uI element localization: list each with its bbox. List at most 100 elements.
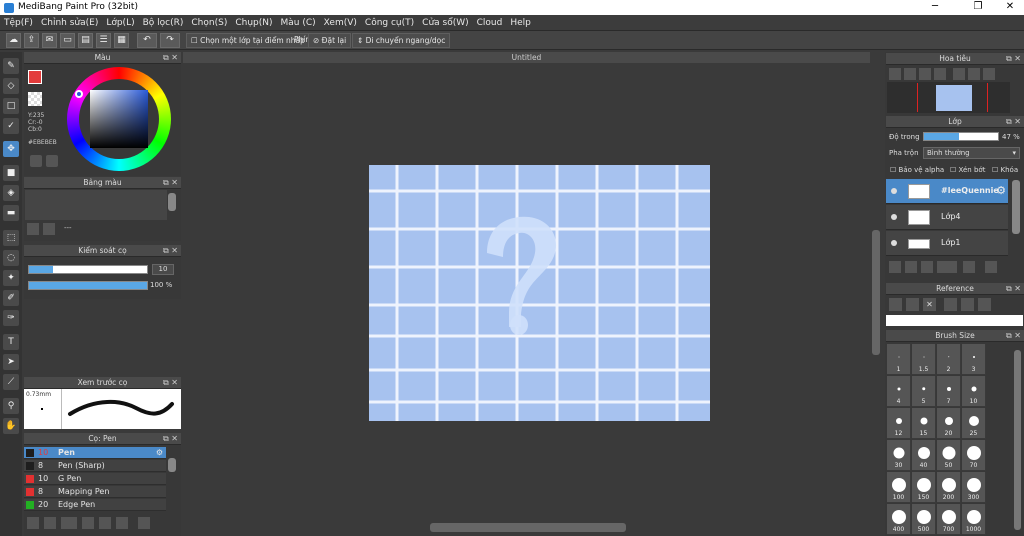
fill-rect-tool-icon[interactable]: ■ (3, 165, 19, 181)
panel-controls-icon[interactable]: ⧉ ✕ (163, 245, 178, 257)
maximize-button[interactable]: ❐ (968, 1, 988, 13)
brush-size-300[interactable]: 300 (962, 472, 986, 503)
close-icon[interactable]: ✕ (923, 298, 936, 311)
move-tool-icon[interactable]: ✥ (3, 141, 19, 157)
brush-size-700[interactable]: 700 (937, 504, 961, 535)
brush-size-40[interactable]: 40 (912, 440, 936, 471)
brush-size-1[interactable]: 1 (887, 344, 911, 375)
flip-icon[interactable] (968, 68, 980, 80)
brush-size-30[interactable]: 30 (887, 440, 911, 471)
blend-mode-select[interactable]: Bình thường ▾ (923, 147, 1020, 159)
gradient-tool-icon[interactable]: ▬ (3, 205, 19, 221)
trash-icon[interactable] (138, 517, 150, 529)
brush-size-3[interactable]: 3 (962, 344, 986, 375)
brush-size-slider[interactable] (28, 265, 148, 274)
cloud-reference-icon[interactable] (889, 298, 902, 311)
visibility-icon[interactable] (891, 188, 897, 194)
folder-icon[interactable] (99, 517, 111, 529)
menu-layer[interactable]: Lớp(L) (102, 15, 138, 31)
select-eraser-icon[interactable]: ✑ (3, 310, 19, 326)
eraser-tool-icon[interactable]: ◇ (3, 78, 19, 94)
zoom-in-icon[interactable] (944, 298, 957, 311)
open-folder-icon[interactable] (906, 298, 919, 311)
grid-icon[interactable]: ▦ (114, 33, 129, 48)
brush-size-50[interactable]: 50 (937, 440, 961, 471)
canvas-tab[interactable]: Untitled (183, 52, 870, 63)
redo-icon[interactable]: ↷ (160, 33, 180, 48)
menu-select[interactable]: Chọn(S) (187, 15, 231, 31)
layer-opacity-slider[interactable] (923, 132, 999, 141)
menu-tools[interactable]: Công cụ(T) (361, 15, 418, 31)
canvas-horizontal-scrollbar[interactable] (430, 523, 626, 532)
background-color[interactable] (28, 92, 42, 106)
brush-size-5[interactable]: 5 (912, 376, 936, 407)
rotate-left-icon[interactable] (953, 68, 965, 80)
copy-layer-icon[interactable] (905, 261, 917, 273)
merge-layer-icon[interactable] (921, 261, 933, 273)
select-pen-icon[interactable]: ✐ (3, 290, 19, 306)
brush-size-scrollbar[interactable] (1014, 350, 1021, 530)
panel-controls-icon[interactable]: ⧉ ✕ (1006, 330, 1021, 342)
select-rect-icon[interactable]: ⬚ (3, 230, 19, 246)
menu-view[interactable]: Xem(V) (320, 15, 361, 31)
brush-size-20[interactable]: 20 (937, 408, 961, 439)
layer-row-leequennie[interactable]: #leeQuennie ⚙ (886, 179, 1008, 204)
delete-palette-icon[interactable] (43, 223, 55, 235)
reference-area[interactable] (886, 315, 1023, 326)
brush-size-7[interactable]: 7 (937, 376, 961, 407)
fit-icon[interactable] (919, 68, 931, 80)
gear-icon[interactable]: ⚙ (156, 447, 163, 459)
panel-controls-icon[interactable]: ⧉ ✕ (1006, 116, 1021, 128)
brush-size-value[interactable]: 10 (152, 264, 174, 275)
new-brush-icon[interactable] (44, 517, 56, 529)
panel-controls-icon[interactable]: ⧉ ✕ (163, 177, 178, 189)
hue-marker[interactable] (75, 90, 83, 98)
document-icon[interactable]: ▤ (78, 33, 93, 48)
lasso-tool-icon[interactable]: ◌ (3, 250, 19, 266)
brush-size-500[interactable]: 500 (912, 504, 936, 535)
minimize-button[interactable]: ─ (925, 1, 945, 13)
brush-list-scrollbar[interactable] (168, 458, 176, 472)
magic-wand-icon[interactable]: ✦ (3, 270, 19, 286)
menu-edit[interactable]: Chỉnh sửa(E) (37, 15, 102, 31)
brush-doc-icon[interactable] (82, 517, 94, 529)
add-brush-icon[interactable] (27, 517, 39, 529)
color-picker-icon[interactable] (46, 155, 58, 167)
brush-size-25[interactable]: 25 (962, 408, 986, 439)
panel-controls-icon[interactable]: ⧉ ✕ (163, 433, 178, 445)
menu-color[interactable]: Màu (C) (277, 15, 320, 31)
visibility-icon[interactable] (891, 240, 897, 246)
palette-scrollbar[interactable] (168, 193, 176, 211)
zoom-out-icon[interactable] (904, 68, 916, 80)
brush-item-mapping-pen[interactable]: 8 Mapping Pen (24, 486, 166, 498)
text-tool-icon[interactable]: T (3, 334, 19, 350)
brush-item-edge-pen[interactable]: 20 Edge Pen (24, 499, 166, 511)
move-direction-button[interactable]: ⇕ Di chuyển ngang/dọc (352, 33, 451, 48)
new-palette-icon[interactable] (27, 223, 39, 235)
comment-icon[interactable]: ▭ (60, 33, 75, 48)
hand-tool-icon[interactable]: ✋ (3, 418, 19, 434)
brush-size-150[interactable]: 150 (912, 472, 936, 503)
visibility-icon[interactable] (891, 214, 897, 220)
menu-file[interactable]: Tệp(F) (0, 15, 37, 31)
brush-size-1000[interactable]: 1000 (962, 504, 986, 535)
upload-icon[interactable]: ⇪ (24, 33, 39, 48)
layer-row-lop4[interactable]: Lớp4 (886, 205, 1008, 230)
foreground-color[interactable] (28, 70, 42, 84)
lock-checkbox[interactable]: ☐ Khóa (992, 166, 1018, 174)
brush-item-pen-sharp[interactable]: 8 Pen (Sharp) (24, 460, 166, 472)
document-canvas[interactable] (369, 165, 710, 421)
eyedropper-icon[interactable]: ⚲ (3, 398, 19, 414)
brush-size-1.5[interactable]: 1.5 (912, 344, 936, 375)
brush-opacity-slider[interactable] (28, 281, 148, 290)
brush-size-4[interactable]: 4 (887, 376, 911, 407)
rotate-right-icon[interactable] (983, 68, 995, 80)
layer-type-menu-icon[interactable] (937, 261, 957, 273)
layer-duplicate-icon[interactable] (985, 261, 997, 273)
menu-window[interactable]: Cửa sổ(W) (418, 15, 472, 31)
fit-icon[interactable] (961, 298, 974, 311)
shape-tool-icon[interactable]: □ (3, 98, 19, 114)
brush-size-2[interactable]: 2 (937, 344, 961, 375)
layer-folder-icon[interactable] (963, 261, 975, 273)
palette-icon[interactable] (30, 155, 42, 167)
